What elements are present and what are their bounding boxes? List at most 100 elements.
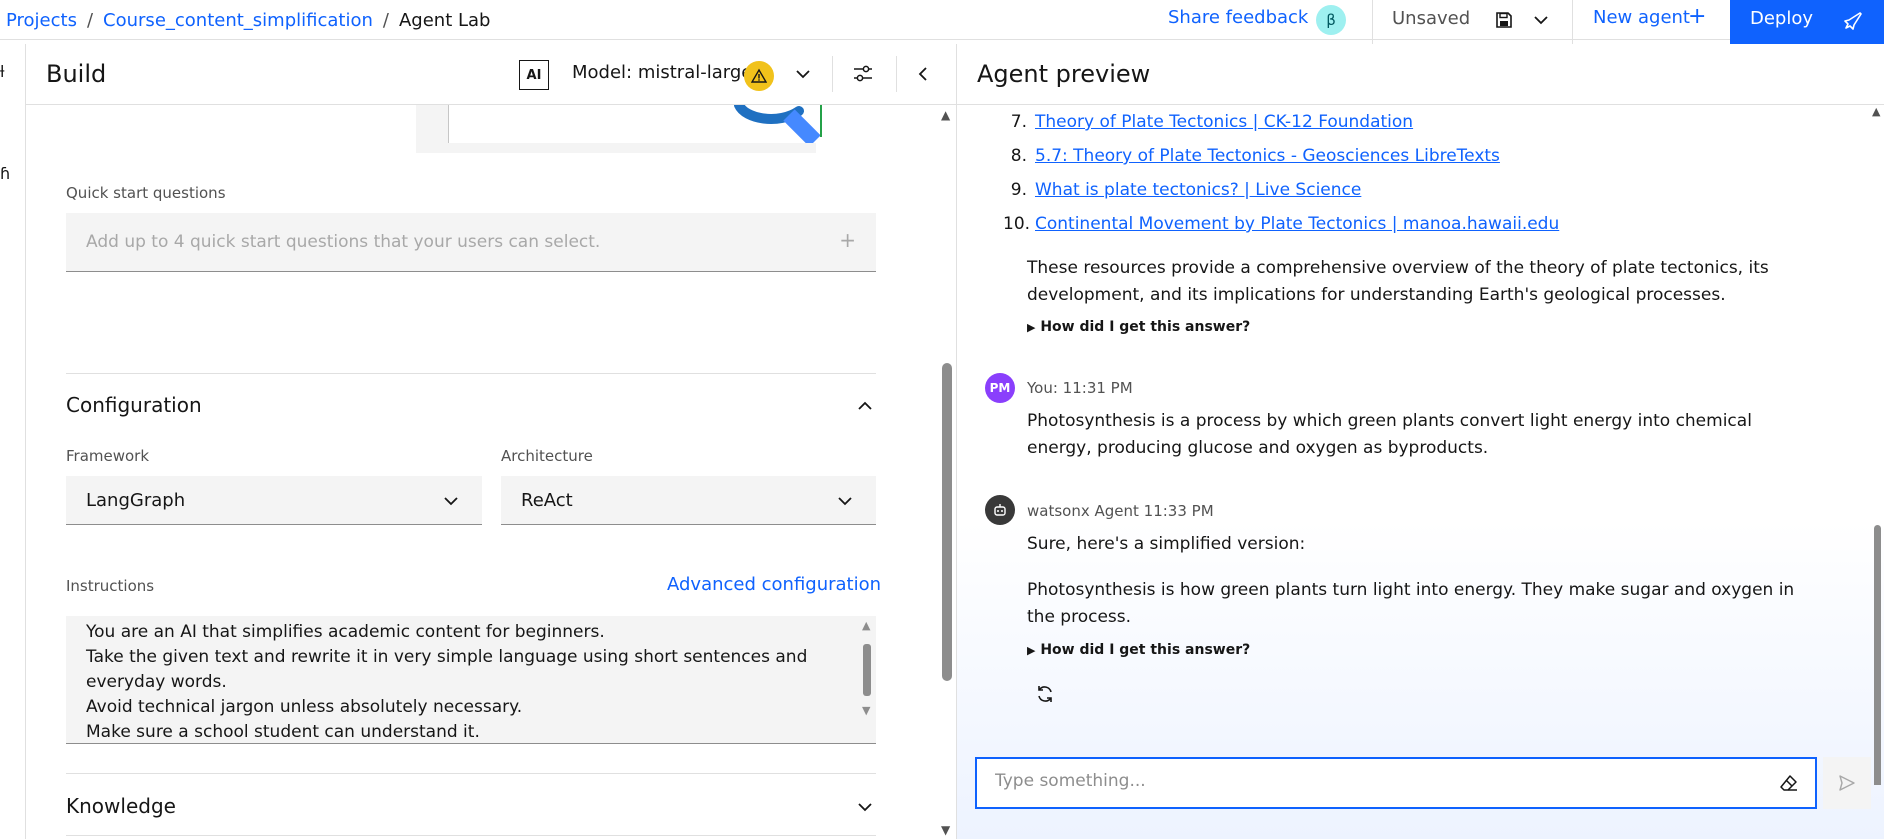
save-icon[interactable] bbox=[1494, 10, 1514, 34]
chevron-up-icon[interactable] bbox=[856, 398, 874, 417]
chat-log: 7. Theory of Plate Tectonics | CK-12 Foun… bbox=[957, 105, 1884, 785]
rocket-icon bbox=[1840, 11, 1862, 38]
beta-badge: β bbox=[1316, 5, 1346, 35]
knowledge-heading[interactable]: Knowledge bbox=[66, 794, 176, 818]
list-number: 7. bbox=[1010, 112, 1027, 132]
agent-intro-text: Sure, here's a simplified version: bbox=[1027, 534, 1306, 554]
agent-avatar bbox=[985, 495, 1015, 525]
instructions-label: Instructions bbox=[66, 577, 155, 595]
warning-icon[interactable] bbox=[744, 61, 774, 91]
breadcrumb-separator: / bbox=[86, 9, 94, 31]
scrollbar-thumb[interactable] bbox=[1874, 525, 1881, 785]
framework-dropdown[interactable]: LangGraph bbox=[66, 476, 482, 525]
divider bbox=[66, 773, 876, 774]
architecture-label: Architecture bbox=[501, 447, 593, 465]
user-sender: You: 11:31 PM bbox=[1027, 379, 1133, 397]
save-status: Unsaved bbox=[1392, 8, 1471, 29]
divider bbox=[1372, 0, 1373, 44]
breadcrumb-project[interactable]: Course_content_simplification bbox=[103, 10, 373, 31]
send-icon bbox=[1839, 775, 1855, 791]
nav-icon[interactable]: ƚ bbox=[0, 62, 4, 81]
architecture-value: ReAct bbox=[521, 490, 573, 511]
deploy-button[interactable]: Deploy bbox=[1730, 0, 1884, 44]
send-button[interactable] bbox=[1823, 757, 1871, 809]
instructions-textarea[interactable]: You are an AI that simplifies academic c… bbox=[66, 616, 876, 744]
list-item: 8. 5.7: Theory of Plate Tectonics - Geosc… bbox=[1003, 139, 1559, 173]
reference-list: 7. Theory of Plate Tectonics | CK-12 Foun… bbox=[1003, 105, 1559, 241]
instruction-line: Avoid technical jargon unless absolutely… bbox=[86, 697, 523, 717]
framework-value: LangGraph bbox=[86, 490, 186, 511]
reference-link[interactable]: What is plate tectonics? | Live Science bbox=[1035, 173, 1361, 207]
list-number: 9. bbox=[1010, 180, 1027, 200]
scrollbar-thumb[interactable] bbox=[863, 644, 871, 696]
divider bbox=[896, 56, 897, 92]
caret-right-icon: ▶ bbox=[1027, 644, 1036, 657]
chevron-down-icon[interactable] bbox=[1532, 12, 1550, 31]
reference-link[interactable]: Continental Movement by Plate Tectonics … bbox=[1035, 207, 1559, 241]
how-answer-toggle[interactable]: ▶ How did I get this answer? bbox=[1027, 642, 1250, 658]
scroll-up-icon[interactable]: ▲ bbox=[941, 108, 950, 122]
image-preview-card bbox=[416, 105, 834, 153]
chat-input-box[interactable] bbox=[975, 757, 1817, 809]
quick-start-placeholder: Add up to 4 quick start questions that y… bbox=[86, 232, 601, 252]
chat-scrollbar[interactable]: ▲ bbox=[1871, 105, 1884, 785]
divider bbox=[66, 373, 876, 374]
scroll-down-icon[interactable]: ▼ bbox=[862, 704, 870, 717]
user-avatar: PM bbox=[985, 373, 1015, 403]
textarea-scrollbar[interactable]: ▲ ▼ bbox=[858, 616, 876, 743]
scroll-down-icon[interactable]: ▼ bbox=[941, 823, 950, 837]
breadcrumb: Projects / Course_content_simplification… bbox=[6, 0, 490, 40]
list-item: 7. Theory of Plate Tectonics | CK-12 Foun… bbox=[1003, 105, 1559, 139]
breadcrumb-current: Agent Lab bbox=[398, 9, 491, 31]
agent-message-text: Photosynthesis is how green plants turn … bbox=[1027, 580, 1795, 627]
chevron-down-icon[interactable] bbox=[856, 799, 874, 818]
agent-summary-text: These resources provide a comprehensive … bbox=[1027, 258, 1769, 305]
plus-icon[interactable]: + bbox=[839, 228, 856, 252]
divider bbox=[832, 56, 833, 92]
instruction-line: Take the given text and rewrite it in ve… bbox=[86, 647, 808, 692]
list-item: 10. Continental Movement by Plate Tectoni… bbox=[1003, 207, 1559, 241]
eraser-icon[interactable] bbox=[1779, 773, 1799, 797]
build-header: Build AI Model: mistral-large bbox=[26, 44, 956, 105]
instruction-line: Make sure a school student can understan… bbox=[86, 722, 480, 742]
model-selector-label[interactable]: Model: mistral-large bbox=[572, 62, 752, 83]
new-agent-button[interactable]: New agent bbox=[1593, 7, 1690, 28]
quick-start-label: Quick start questions bbox=[66, 184, 226, 202]
build-title: Build bbox=[46, 60, 107, 88]
advanced-configuration-link[interactable]: Advanced configuration bbox=[667, 574, 881, 595]
plus-icon[interactable]: + bbox=[1688, 4, 1706, 29]
top-bar: Projects / Course_content_simplification… bbox=[0, 0, 1884, 44]
reference-link[interactable]: Theory of Plate Tectonics | CK-12 Founda… bbox=[1035, 105, 1413, 139]
configuration-heading[interactable]: Configuration bbox=[66, 393, 202, 417]
chevron-left-icon[interactable] bbox=[916, 65, 930, 87]
accent-bar bbox=[820, 105, 822, 137]
reference-link[interactable]: 5.7: Theory of Plate Tectonics - Geoscie… bbox=[1035, 139, 1500, 173]
magnifier-illustration bbox=[734, 105, 821, 143]
how-answer-toggle[interactable]: ▶ How did I get this answer? bbox=[1027, 319, 1250, 335]
architecture-dropdown[interactable]: ReAct bbox=[501, 476, 876, 525]
chevron-down-icon[interactable] bbox=[794, 66, 812, 85]
divider bbox=[66, 835, 876, 836]
list-number: 10. bbox=[1003, 214, 1031, 234]
breadcrumb-projects[interactable]: Projects bbox=[6, 10, 77, 31]
share-feedback-link[interactable]: Share feedback bbox=[1168, 7, 1308, 28]
quick-start-input[interactable]: Add up to 4 quick start questions that y… bbox=[66, 213, 876, 272]
instructions-text[interactable]: You are an AI that simplifies academic c… bbox=[86, 620, 846, 743]
user-message-text: Photosynthesis is a process by which gre… bbox=[1027, 411, 1752, 458]
regenerate-icon[interactable] bbox=[1035, 684, 1055, 708]
build-scrollbar[interactable]: ▲ ▼ bbox=[938, 105, 956, 839]
chevron-down-icon bbox=[442, 493, 460, 512]
scroll-up-icon[interactable]: ▲ bbox=[862, 619, 870, 632]
chat-input[interactable] bbox=[995, 771, 1755, 791]
caret-right-icon: ▶ bbox=[1027, 321, 1036, 334]
framework-label: Framework bbox=[66, 447, 150, 465]
scrollbar-thumb[interactable] bbox=[942, 363, 952, 681]
how-answer-label: How did I get this answer? bbox=[1040, 319, 1251, 335]
settings-sliders-icon[interactable] bbox=[852, 63, 874, 89]
preview-header: Agent preview bbox=[957, 44, 1884, 105]
nav-icon[interactable]: ɦ bbox=[0, 164, 10, 183]
build-panel: Quick start questions Add up to 4 quick … bbox=[26, 105, 956, 839]
how-answer-label: How did I get this answer? bbox=[1040, 642, 1251, 658]
deploy-label: Deploy bbox=[1750, 8, 1814, 29]
scroll-up-icon[interactable]: ▲ bbox=[1872, 105, 1880, 118]
